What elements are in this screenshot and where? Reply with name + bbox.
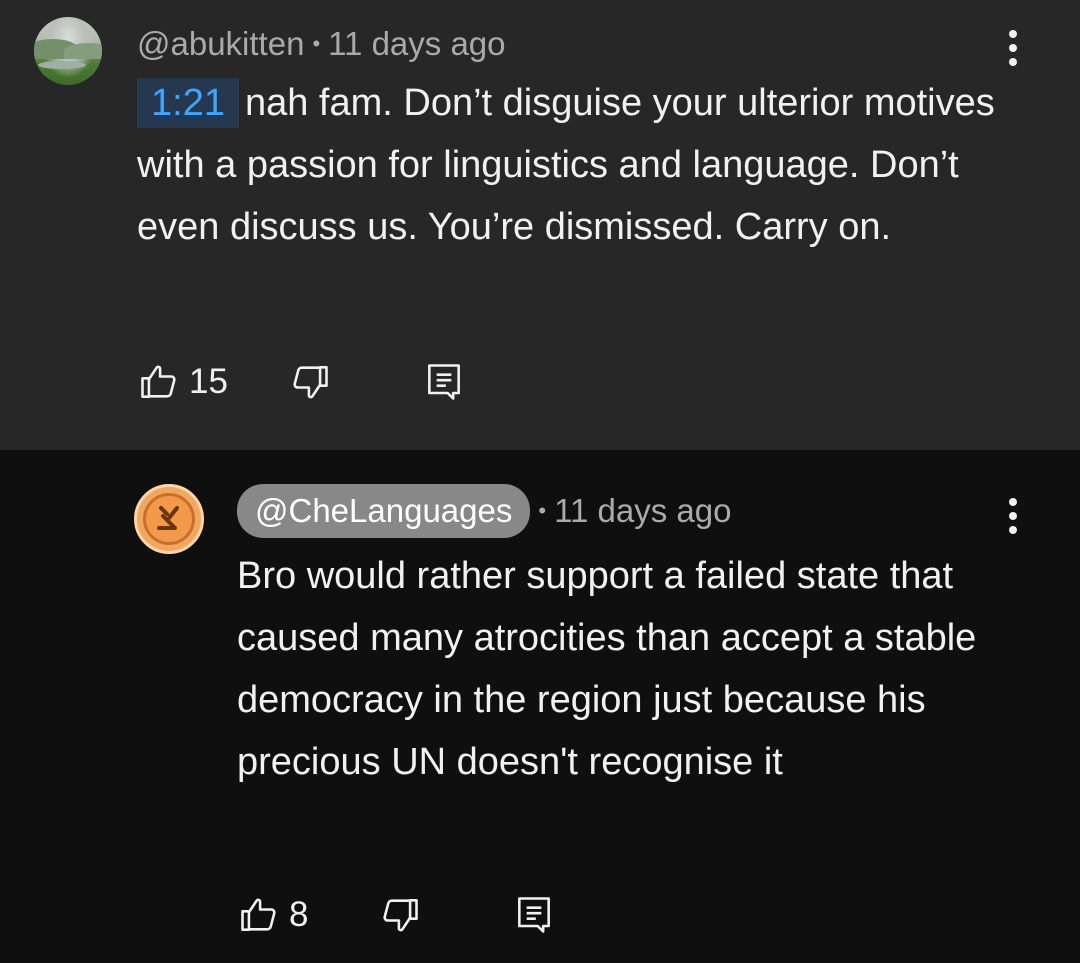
meta-separator: •	[538, 498, 547, 523]
more-vert-icon[interactable]	[1003, 30, 1023, 74]
comment-meta: @abukitten • 11 days ago	[137, 22, 506, 66]
avatar-landscape-hill	[64, 43, 102, 59]
comment-text: 1:21 nah fam. Don’t disguise your ulterio…	[137, 72, 997, 258]
comment-meta: @CheLanguages • 11 days ago	[237, 484, 731, 538]
comment-actions: 15	[137, 357, 466, 407]
comment: @abukitten • 11 days ago 1:21 nah fam. Do…	[0, 0, 1080, 450]
avatar-landscape-water	[38, 61, 86, 69]
dislike-button[interactable]	[378, 893, 422, 937]
reply-button[interactable]	[422, 360, 466, 404]
comment-body: Bro would rather support a failed state …	[237, 555, 977, 783]
comment: @CheLanguages • 11 days ago Bro would ra…	[0, 450, 1080, 963]
like-button[interactable]: 8	[237, 893, 308, 937]
avatar[interactable]	[134, 484, 204, 554]
meta-separator: •	[312, 31, 321, 56]
dislike-button[interactable]	[288, 360, 332, 404]
comment-time[interactable]: 11 days ago	[554, 492, 731, 530]
timestamp-link[interactable]: 1:21	[137, 78, 239, 128]
like-count: 8	[289, 895, 309, 934]
thumbs-down-icon	[293, 366, 328, 399]
more-vert-icon[interactable]	[1003, 498, 1023, 542]
comment-author[interactable]: @abukitten	[137, 25, 304, 63]
che-logo-icon	[143, 493, 195, 545]
reply-comment-icon	[427, 364, 460, 400]
comment-time[interactable]: 11 days ago	[328, 25, 505, 63]
reply-comment-icon	[518, 897, 551, 933]
comment-actions: 8	[237, 890, 556, 940]
thumbs-down-icon	[383, 899, 419, 932]
like-button[interactable]: 15	[137, 360, 228, 404]
thumbs-up-icon	[141, 365, 176, 398]
thumbs-up-icon	[241, 898, 276, 931]
reply-button[interactable]	[512, 893, 556, 937]
avatar[interactable]	[34, 17, 102, 85]
comment-author-highlighted[interactable]: @CheLanguages	[237, 484, 531, 538]
comment-body: nah fam. Don’t disguise your ulterior mo…	[137, 82, 995, 248]
like-count: 15	[189, 362, 228, 401]
